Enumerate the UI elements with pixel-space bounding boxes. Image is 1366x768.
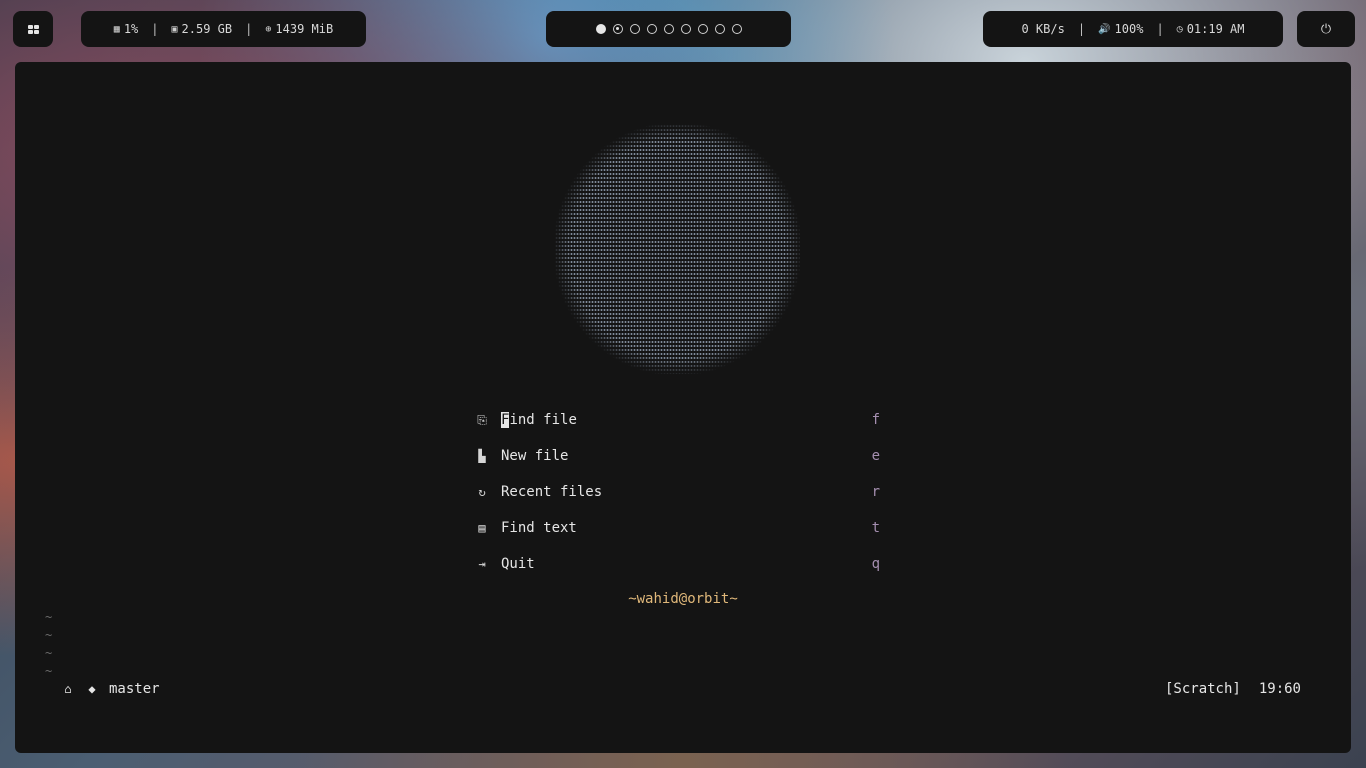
empty-line-marker: ~ (45, 610, 53, 624)
workspace-switcher (546, 11, 791, 47)
dashboard-footer: ~wahid@orbit~ (628, 591, 738, 607)
separator: | (245, 22, 253, 36)
menu-label-text: ind file (509, 412, 577, 428)
menu-shortcut-key: e (871, 448, 880, 464)
status-widgets: 0 KB/s | 🔊 100% | ◷ 01:19 AM (983, 11, 1283, 47)
disk-icon: ▣ (171, 23, 178, 35)
cpu-stat: ▦ 1% (114, 22, 138, 36)
statusline-right: [Scratch] 19:60 (1165, 681, 1301, 697)
editor-window: ⎘ Find file f ▙ New file e ↻ Recent file… (15, 62, 1351, 753)
menu-shortcut-key: q (871, 556, 880, 572)
menu-label: Quit (501, 556, 535, 572)
workspace-indicator-5[interactable] (663, 24, 674, 34)
launcher-button[interactable] (13, 11, 53, 47)
workspace-indicator-3[interactable] (629, 24, 640, 34)
memory-icon: ⊕ (265, 23, 272, 35)
menu-label: Recent files (501, 484, 603, 500)
power-icon: ⏻ (1320, 21, 1332, 37)
cursor-position: 19:60 (1258, 681, 1301, 697)
workspace-indicator-6[interactable] (680, 24, 691, 34)
clock-time: 01:19 AM (1186, 22, 1245, 36)
ascii-art-logo (555, 124, 800, 374)
volume-stat[interactable]: 🔊 100% (1098, 22, 1143, 36)
menu-label: Find text (501, 520, 577, 536)
menu-item-new-file[interactable]: ▙ New file e (475, 446, 880, 466)
grid-icon (27, 24, 39, 34)
workspace-indicator-2[interactable] (612, 24, 623, 34)
find-file-icon: ⎘ (477, 412, 487, 427)
buffer-name: [Scratch] (1164, 681, 1241, 697)
workspace-indicator-1[interactable] (595, 24, 606, 34)
workspace-indicator-8[interactable] (714, 24, 725, 34)
menu-item-find-file[interactable]: ⎘ Find file f (475, 410, 880, 430)
home-icon: ⌂ (64, 682, 72, 696)
volume-icon: 🔊 (1098, 23, 1111, 35)
menu-shortcut-key: r (871, 484, 880, 500)
git-branch-icon: ◆ (88, 682, 96, 696)
find-text-icon: ▤ (478, 521, 486, 535)
memory-stat: ⊕ 1439 MiB (265, 22, 333, 36)
disk-value: 2.59 GB (181, 22, 233, 36)
empty-line-marker: ~ (45, 664, 53, 678)
clock-icon: ◷ (1176, 23, 1183, 35)
menu-shortcut-key: t (871, 520, 880, 536)
new-file-icon: ▙ (478, 449, 486, 463)
menu-label: New file (501, 448, 569, 464)
menu-item-quit[interactable]: ⇥ Quit q (475, 554, 880, 574)
separator: | (151, 22, 159, 36)
workspace-indicator-4[interactable] (646, 24, 657, 34)
memory-value: 1439 MiB (275, 22, 334, 36)
quit-icon: ⇥ (478, 557, 486, 571)
clock: ◷ 01:19 AM (1177, 22, 1245, 36)
power-button[interactable]: ⏻ (1297, 11, 1355, 47)
network-speed: 0 KB/s (1021, 22, 1065, 36)
recent-files-icon: ↻ (478, 485, 486, 499)
workspace-indicator-9[interactable] (731, 24, 742, 34)
workspace-indicator-7[interactable] (697, 24, 708, 34)
disk-stat: ▣ 2.59 GB (172, 22, 233, 36)
menu-shortcut-key: f (871, 412, 880, 428)
empty-line-marker: ~ (45, 646, 53, 660)
statusline-left: ⌂ ◆ master (61, 681, 160, 697)
menu-item-find-text[interactable]: ▤ Find text t (475, 518, 880, 538)
cpu-icon: ▦ (113, 23, 120, 35)
menu-label: Find file (501, 412, 870, 428)
empty-line-marker: ~ (45, 628, 53, 642)
separator: | (1156, 22, 1164, 36)
git-branch-name: master (109, 681, 160, 697)
volume-value: 100% (1114, 22, 1144, 36)
system-stats: ▦ 1% | ▣ 2.59 GB | ⊕ 1439 MiB (81, 11, 366, 47)
cpu-value: 1% (123, 22, 139, 36)
separator: | (1077, 22, 1086, 36)
menu-item-recent-files[interactable]: ↻ Recent files r (475, 482, 880, 502)
